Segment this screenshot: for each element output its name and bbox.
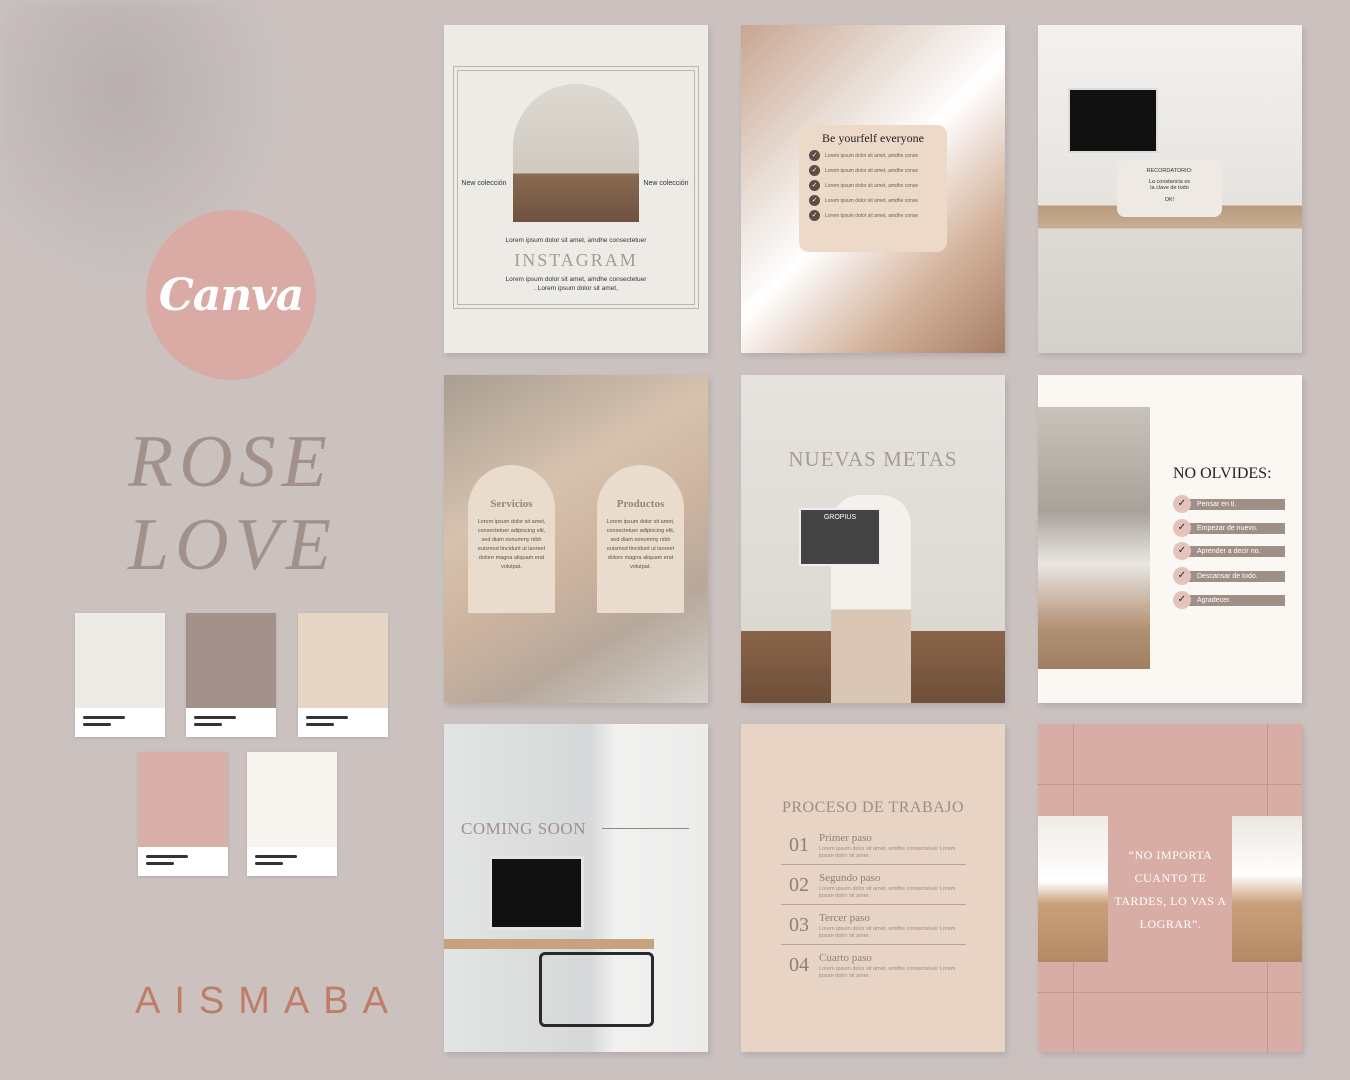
check-icon: ✓ xyxy=(1173,567,1191,585)
list-item: ✓ Agradecer. xyxy=(1173,591,1285,609)
step-body: Lorem ipsum dolor sit amet, amdhe consec… xyxy=(819,886,956,899)
step-title: Segundo paso xyxy=(819,872,881,884)
color-swatch xyxy=(247,752,337,876)
template-instagram[interactable]: New colección New colección Lorem ipsum … xyxy=(444,25,708,353)
list-item: ✓ Empezar de nuevo. xyxy=(1173,519,1285,537)
canva-logo: Canva xyxy=(146,210,316,380)
products-title: Productos xyxy=(616,498,665,510)
book-photo xyxy=(1038,407,1150,669)
process-step: 04 Cuarto paso Lorem ipsum dolor sit ame… xyxy=(781,949,966,985)
lorem-line: Lorem ipsum dolor sit amet, amdhe consec… xyxy=(505,237,647,244)
instagram-title: INSTAGRAM xyxy=(514,250,638,270)
check-icon: ✓ xyxy=(1173,495,1191,513)
monitor-photo xyxy=(489,856,584,930)
list-item: ✓ Lorem ipsum dolor sit amet, amdhe conse xyxy=(809,150,937,161)
studio-brand: AISMABA xyxy=(135,980,402,1022)
list-item: ✓ Lorem ipsum dolor sit amet, amdhe conse xyxy=(809,195,937,206)
process-step: 03 Tercer paso Lorem ipsum dolor sit ame… xyxy=(781,909,966,945)
template-reminder[interactable]: RECORDATORIO: La constancia es la clave … xyxy=(1038,25,1302,353)
step-number: 01 xyxy=(789,834,809,856)
step-number: 04 xyxy=(789,954,809,976)
step-title: Primer paso xyxy=(819,832,872,844)
template-quote[interactable]: “NO IMPORTA CUANTO TE TARDES, LO VAS A L… xyxy=(1038,724,1302,1052)
quote-text: “NO IMPORTA CUANTO TE TARDES, LO VAS A L… xyxy=(1114,848,1227,931)
title-love: LOVE xyxy=(128,504,337,586)
step-title: Tercer paso xyxy=(819,912,870,924)
title-rose: ROSE xyxy=(128,421,333,503)
template-be-yourself[interactable]: Be yourfelf everyone ✓ Lorem ipsum dolor … xyxy=(741,25,1005,353)
template-services[interactable]: Servicios Lorem ipsum dolor sit amet, co… xyxy=(444,375,708,703)
arch-photo xyxy=(513,84,639,222)
color-swatch xyxy=(186,613,276,737)
chair xyxy=(539,952,654,1027)
step-body: Lorem ipsum dolor sit amet, amdhe consec… xyxy=(819,966,956,979)
step-title: Cuarto paso xyxy=(819,952,872,964)
reminder-text: la clave de todo xyxy=(1150,185,1189,191)
check-icon: ✓ xyxy=(1173,542,1191,560)
check-icon: ✓ xyxy=(809,195,820,206)
card-title: Be yourfelf everyone xyxy=(822,131,924,145)
lorem-line: . Lorem ipsum dolor sit amet, xyxy=(534,285,618,292)
canva-wordmark: Canva xyxy=(158,269,305,321)
process-step: 01 Primer paso Lorem ipsum dolor sit ame… xyxy=(781,829,966,865)
list-item: ✓ Aprender a decir no. xyxy=(1173,542,1285,560)
lorem-line: Lorem ipsum dolor sit amet, amdhe consec… xyxy=(505,276,647,283)
list-item: ✓ Pensar en ti. xyxy=(1173,495,1285,513)
side-label-left: New colección xyxy=(461,180,507,187)
step-number: 03 xyxy=(789,914,809,936)
magazine-title: GROPIUS xyxy=(823,514,857,521)
template-coming-soon[interactable]: COMING SOON xyxy=(444,724,708,1052)
process-step: 02 Segundo paso Lorem ipsum dolor sit am… xyxy=(781,869,966,905)
grid-line xyxy=(1038,992,1302,993)
step-number: 02 xyxy=(789,874,809,896)
template-goals[interactable]: NUEVAS METAS GROPIUS xyxy=(741,375,1005,703)
dont-forget-title: NO OLVIDES: xyxy=(1173,465,1272,482)
model-photo-left xyxy=(1038,816,1108,962)
step-body: Lorem ipsum dolor sit amet, amdhe consec… xyxy=(819,926,956,939)
side-label-right: New colección xyxy=(643,180,689,187)
list-item: ✓ Lorem ipsum dolor sit amet, amdhe conse xyxy=(809,165,937,176)
list-item: ✓ Lorem ipsum dolor sit amet, amdhe conse xyxy=(809,210,937,221)
model-photo-right xyxy=(1232,816,1302,962)
divider xyxy=(602,828,689,829)
check-icon: ✓ xyxy=(1173,591,1191,609)
template-dont-forget[interactable]: NO OLVIDES: ✓ Pensar en ti. ✓ Empezar de n… xyxy=(1038,375,1302,703)
check-icon: ✓ xyxy=(809,150,820,161)
process-title: PROCESO DE TRABAJO xyxy=(781,799,965,816)
services-title: Servicios xyxy=(490,498,533,510)
template-work-process[interactable]: PROCESO DE TRABAJO 01 Primer paso Lorem … xyxy=(741,724,1005,1052)
monitor-photo xyxy=(1068,88,1158,153)
color-swatch xyxy=(298,613,388,737)
list-item: ✓ Lorem ipsum dolor sit amet, amdhe conse xyxy=(809,180,937,191)
desk xyxy=(444,939,654,949)
color-swatch xyxy=(75,613,165,737)
magazine: GROPIUS xyxy=(799,508,881,566)
coming-soon-title: COMING SOON xyxy=(461,819,586,838)
services-card: Servicios Lorem ipsum dolor sit amet, co… xyxy=(468,465,555,613)
list-item: ✓ Descansar de todo. xyxy=(1173,567,1285,585)
check-icon: ✓ xyxy=(809,210,820,221)
check-icon: ✓ xyxy=(1173,519,1191,537)
products-body: Lorem ipsum dolor sit amet, consectetuer… xyxy=(606,519,675,570)
checklist-card: Be yourfelf everyone ✓ Lorem ipsum dolor … xyxy=(799,125,947,252)
color-swatch xyxy=(138,752,228,876)
services-body: Lorem ipsum dolor sit amet, consectetuer… xyxy=(477,519,546,570)
ok-button[interactable]: OK! xyxy=(1117,197,1222,203)
step-body: Lorem ipsum dolor sit amet, amdhe consec… xyxy=(819,846,956,859)
check-icon: ✓ xyxy=(809,165,820,176)
check-icon: ✓ xyxy=(809,180,820,191)
grid-line xyxy=(1038,784,1302,785)
reminder-popup: RECORDATORIO: La constancia es la clave … xyxy=(1117,160,1222,217)
products-card: Productos Lorem ipsum dolor sit amet, co… xyxy=(597,465,684,613)
goals-title: NUEVAS METAS xyxy=(788,447,958,471)
reminder-label: RECORDATORIO: xyxy=(1146,168,1193,174)
